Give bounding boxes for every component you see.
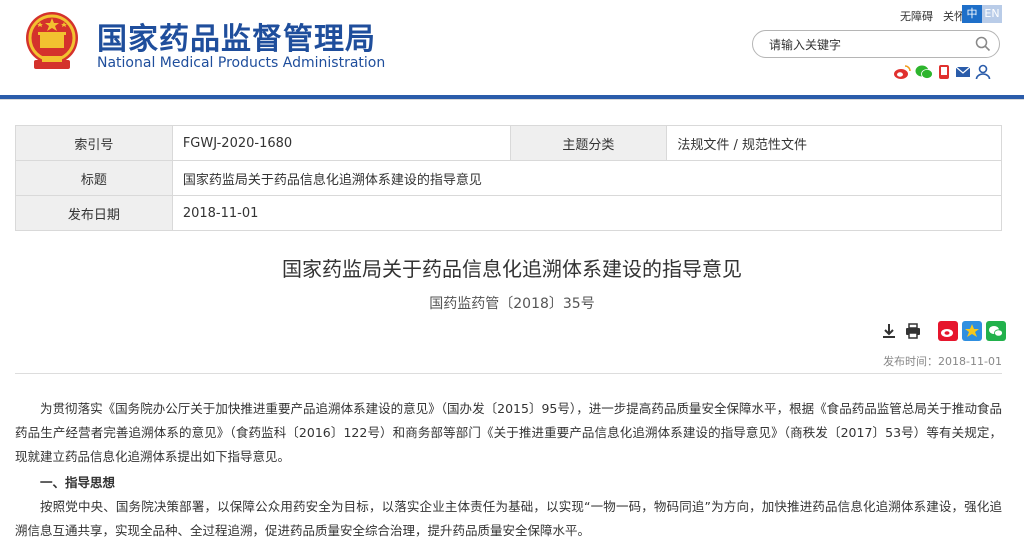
body-paragraph: 为贯彻落实《国务院办公厅关于加快推进重要产品追溯体系建设的意见》（国办发〔201…	[15, 401, 1002, 464]
publish-time: 发布时间：2018-11-01	[883, 355, 1002, 368]
weibo-share-icon[interactable]	[938, 321, 958, 341]
document-body: 为贯彻落实《国务院办公厅关于加快推进重要产品追溯体系建设的意见》（国办发〔201…	[15, 397, 1002, 543]
topic-value: 法规文件 / 规范性文件	[666, 125, 1002, 161]
wechat-icon[interactable]	[915, 64, 933, 80]
mail-icon[interactable]	[955, 64, 971, 80]
document-title: 国家药监局关于药品信息化追溯体系建设的指导意见	[282, 257, 742, 281]
content-divider	[15, 373, 1002, 374]
date-value: 2018-11-01	[171, 195, 1003, 231]
search-icon[interactable]	[975, 36, 991, 52]
index-label: 索引号	[15, 125, 173, 161]
document-tools	[880, 322, 922, 340]
user-icon[interactable]	[975, 64, 991, 80]
title-label: 标题	[15, 160, 173, 196]
accessibility-link[interactable]: 无障碍	[900, 8, 933, 24]
brand-name-cn[interactable]: 国家药品监督管理局	[97, 14, 376, 58]
national-emblem-icon[interactable]	[24, 10, 80, 72]
header-divider-shadow	[0, 99, 1024, 100]
body-paragraph: 按照党中央、国务院决策部署，以保障公众用药安全为目标，以落实企业主体责任为基础，…	[15, 499, 1002, 538]
wechat-share-icon[interactable]	[986, 321, 1006, 341]
share-buttons	[938, 321, 1006, 341]
table-row: 发布日期 2018-11-01	[15, 195, 1003, 231]
print-icon[interactable]	[904, 322, 922, 340]
phone-icon[interactable]	[937, 64, 951, 80]
language-switch: 中 EN	[962, 5, 1002, 23]
weibo-icon[interactable]	[893, 64, 911, 80]
date-label: 发布日期	[15, 195, 173, 231]
search-box	[752, 30, 1000, 58]
title-value: 国家药监局关于药品信息化追溯体系建设的指导意见	[171, 160, 1003, 196]
lang-en-button[interactable]: EN	[982, 5, 1002, 23]
site-header: 国家药品监督管理局 National Medical Products Admi…	[0, 0, 1024, 96]
lang-zh-button[interactable]: 中	[962, 5, 982, 23]
search-input[interactable]	[767, 35, 971, 55]
download-icon[interactable]	[880, 322, 898, 340]
section-heading: 一、指导思想	[40, 475, 116, 490]
topic-label: 主题分类	[509, 125, 668, 161]
document-info-table: 索引号 FGWJ-2020-1680 主题分类 法规文件 / 规范性文件 标题 …	[15, 125, 1003, 231]
table-row: 索引号 FGWJ-2020-1680 主题分类 法规文件 / 规范性文件	[15, 125, 1002, 161]
qzone-share-icon[interactable]	[962, 321, 982, 341]
brand-name-en[interactable]: National Medical Products Administration	[97, 55, 385, 71]
document-number: 国药监药管〔2018〕35号	[429, 296, 595, 312]
social-links	[893, 64, 991, 80]
index-value: FGWJ-2020-1680	[171, 125, 511, 161]
table-row: 标题 国家药监局关于药品信息化追溯体系建设的指导意见	[15, 160, 1003, 196]
